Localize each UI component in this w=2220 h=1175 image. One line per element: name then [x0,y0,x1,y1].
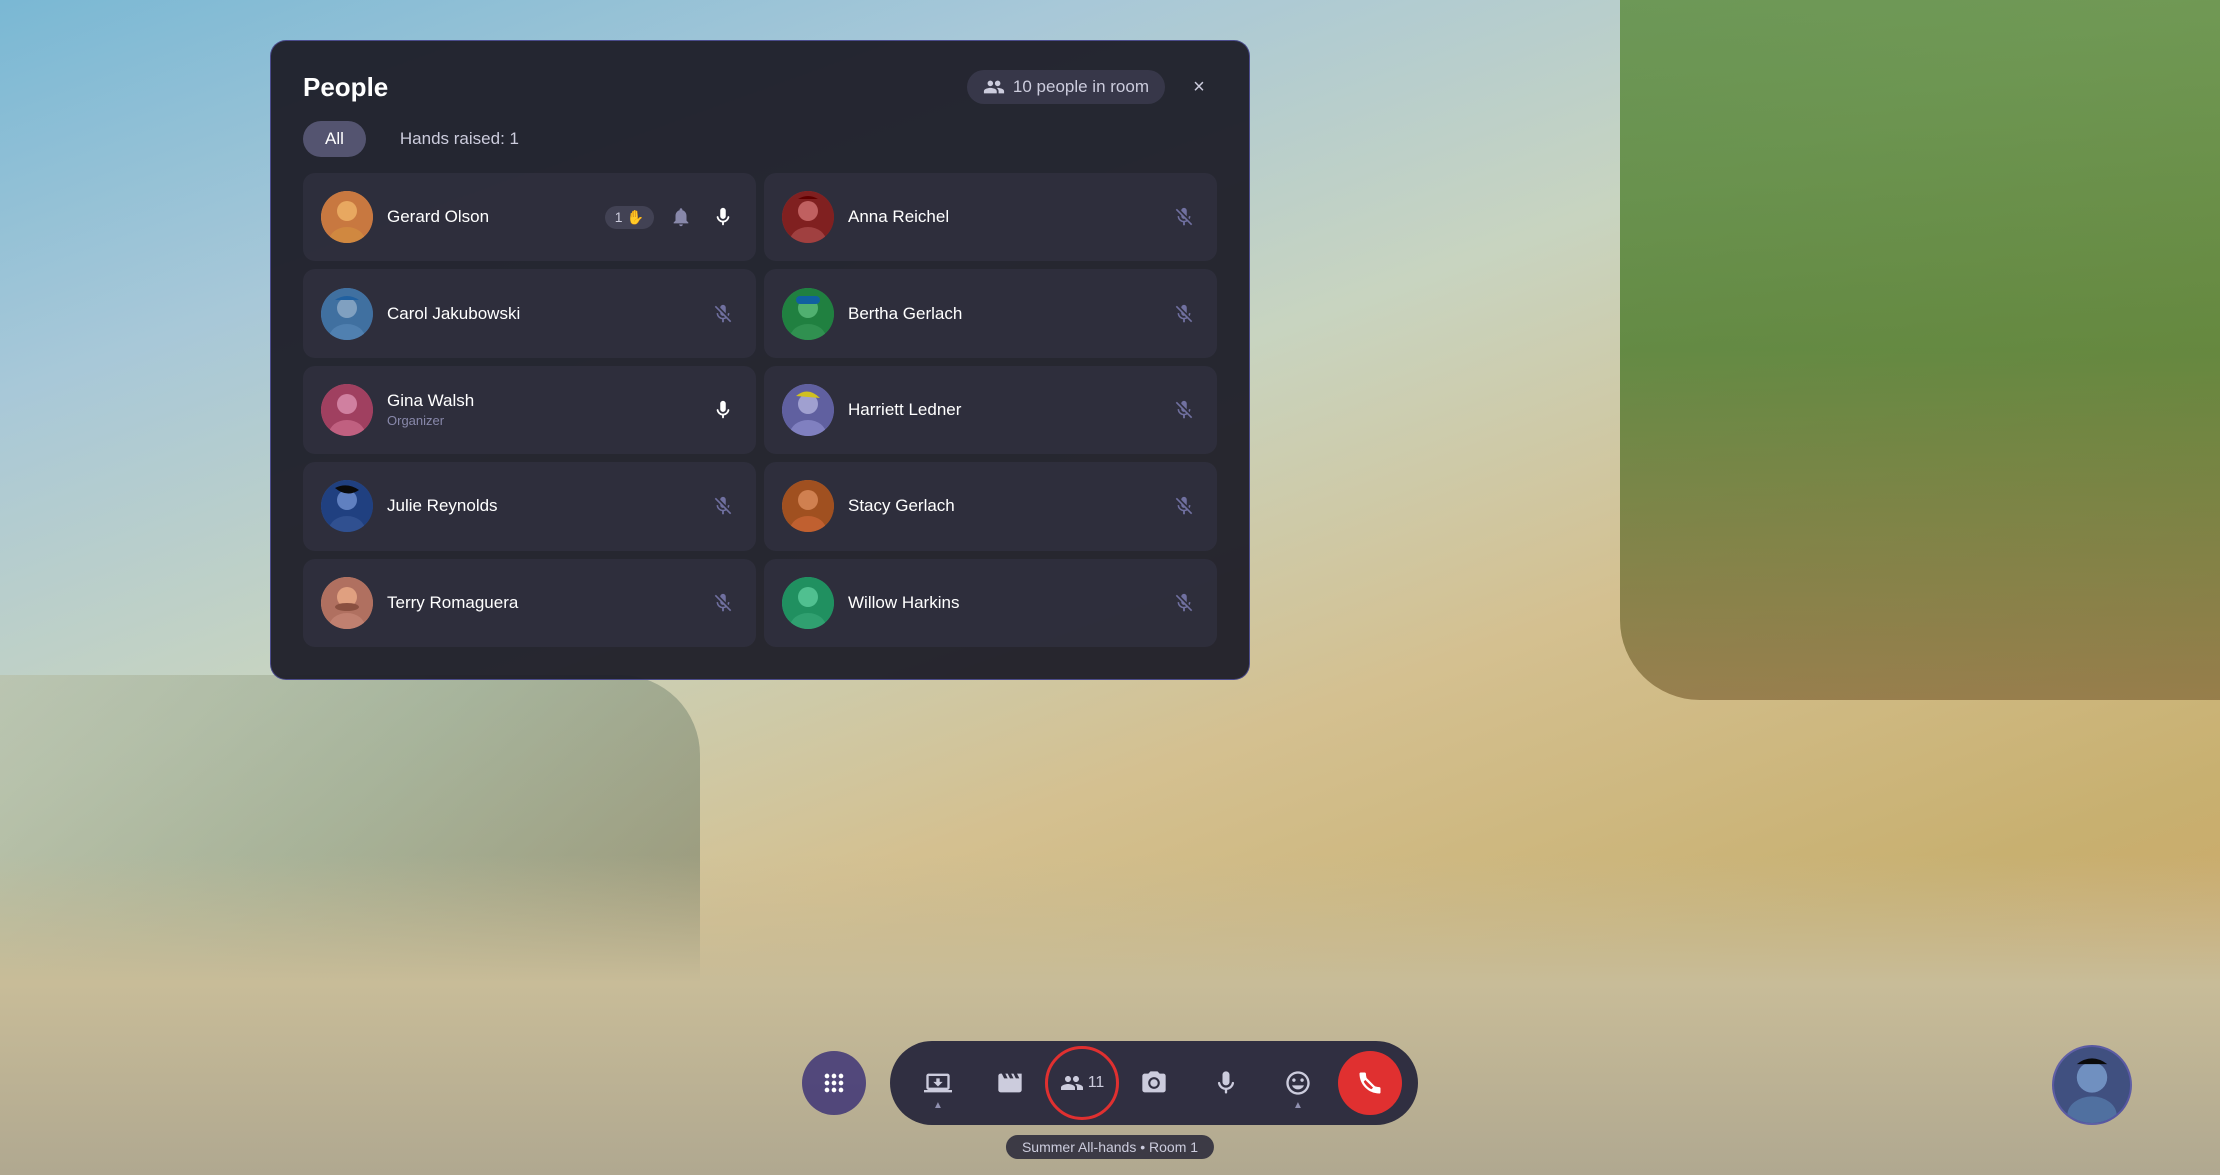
list-item[interactable]: Stacy Gerlach [764,462,1217,550]
mic-button[interactable] [1194,1051,1258,1115]
person-name: Carol Jakubowski [387,304,694,324]
person-actions [708,395,738,425]
list-item[interactable]: Willow Harkins [764,559,1217,647]
tab-hands-raised[interactable]: Hands raised: 1 [378,121,541,157]
bell-icon[interactable] [666,202,696,232]
list-item[interactable]: Harriett Ledner [764,366,1217,454]
toolbar-pill: ▲ 11 [890,1041,1418,1125]
person-actions [1169,491,1199,521]
person-name: Stacy Gerlach [848,496,1155,516]
meeting-label: Summer All-hands • Room 1 [1006,1135,1214,1159]
person-info: Anna Reichel [848,207,1155,227]
filter-tabs: All Hands raised: 1 [271,121,1249,173]
person-actions [708,491,738,521]
list-item[interactable]: Anna Reichel [764,173,1217,261]
avatar [321,577,373,629]
person-info: Julie Reynolds [387,496,694,516]
person-actions [708,588,738,618]
hand-raised-badge: 1 ✋ [605,206,654,229]
avatar [782,384,834,436]
people-panel: People 10 people in room × All Hands rai… [270,40,1250,680]
person-name: Anna Reichel [848,207,1155,227]
person-info: Willow Harkins [848,593,1155,613]
people-count-badge: 10 people in room [967,70,1165,104]
bg-right-tree [1620,0,2220,700]
end-call-button[interactable] [1338,1051,1402,1115]
avatar [321,384,373,436]
hand-count: 1 [615,209,623,225]
close-button[interactable]: × [1181,69,1217,105]
person-info: Gina Walsh Organizer [387,391,694,428]
person-info: Bertha Gerlach [848,304,1155,324]
person-info: Gerard Olson [387,207,591,227]
people-grid: Gerard Olson 1 ✋ [271,173,1249,679]
person-name: Willow Harkins [848,593,1155,613]
list-item[interactable]: Gina Walsh Organizer [303,366,756,454]
emoji-react-button[interactable]: ▲ [1266,1051,1330,1115]
self-avatar[interactable] [2052,1045,2132,1125]
person-name: Terry Romaguera [387,593,694,613]
mic-muted-icon[interactable] [1169,202,1199,232]
apps-button[interactable] [802,1051,866,1115]
panel-header-right: 10 people in room × [967,69,1217,105]
avatar [782,480,834,532]
list-item[interactable]: Carol Jakubowski [303,269,756,357]
person-role: Organizer [387,413,694,428]
people-count-text: 10 people in room [1013,77,1149,97]
person-name: Gerard Olson [387,207,591,227]
avatar [782,288,834,340]
panel-header: People 10 people in room × [271,41,1249,121]
mic-muted-icon[interactable] [708,299,738,329]
people-count-icon [983,76,1005,98]
video-button[interactable] [978,1051,1042,1115]
mic-active-icon[interactable] [708,202,738,232]
list-item[interactable]: Bertha Gerlach [764,269,1217,357]
camera-button[interactable] [1122,1051,1186,1115]
list-item[interactable]: Terry Romaguera [303,559,756,647]
person-actions [708,299,738,329]
avatar [321,288,373,340]
person-info: Terry Romaguera [387,593,694,613]
mic-active-icon[interactable] [708,395,738,425]
people-button[interactable]: 11 [1050,1051,1114,1115]
mic-muted-icon[interactable] [708,491,738,521]
person-name: Gina Walsh [387,391,694,411]
avatar [782,577,834,629]
person-name: Harriett Ledner [848,400,1155,420]
list-item[interactable]: Gerard Olson 1 ✋ [303,173,756,261]
avatar [782,191,834,243]
people-count-toolbar: 11 [1088,1074,1105,1092]
mic-muted-icon[interactable] [1169,588,1199,618]
person-info: Stacy Gerlach [848,496,1155,516]
tab-all[interactable]: All [303,121,366,157]
bg-floor [0,855,2220,1175]
bottom-toolbar: ▲ 11 [802,1041,1418,1125]
person-actions [1169,299,1199,329]
person-actions [1169,588,1199,618]
list-item[interactable]: Julie Reynolds [303,462,756,550]
person-info: Harriett Ledner [848,400,1155,420]
mic-muted-icon[interactable] [1169,491,1199,521]
panel-title: People [303,72,388,103]
person-actions [1169,202,1199,232]
share-screen-button[interactable]: ▲ [906,1051,970,1115]
person-info: Carol Jakubowski [387,304,694,324]
close-icon: × [1193,76,1205,99]
person-name: Julie Reynolds [387,496,694,516]
mic-muted-icon[interactable] [1169,299,1199,329]
person-name: Bertha Gerlach [848,304,1155,324]
mic-muted-icon[interactable] [1169,395,1199,425]
person-actions: 1 ✋ [605,202,738,232]
person-actions [1169,395,1199,425]
avatar [321,191,373,243]
mic-muted-icon[interactable] [708,588,738,618]
avatar [321,480,373,532]
hand-emoji: ✋ [627,209,644,226]
